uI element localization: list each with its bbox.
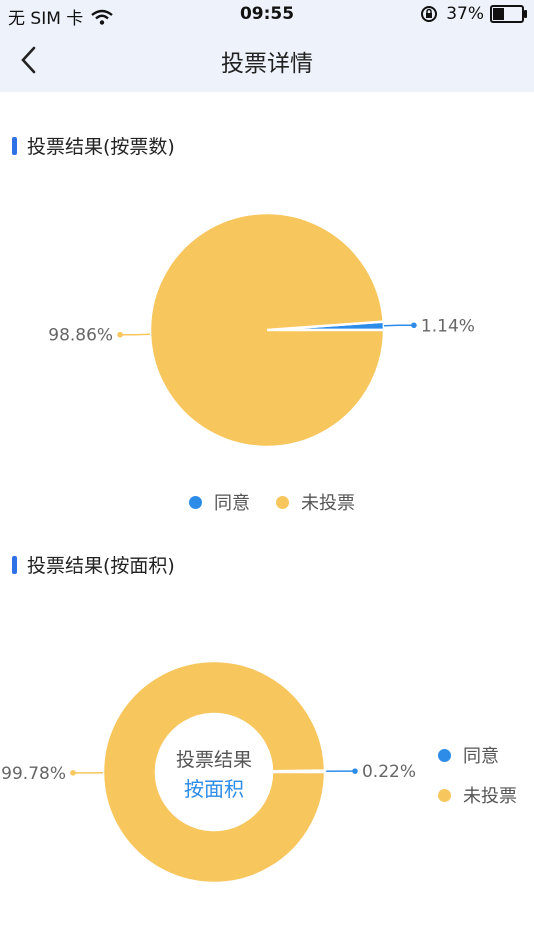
donut-center-subtitle: 按面积	[184, 777, 244, 801]
votes-pie-chart: 1.14% 98.86%	[48, 211, 475, 449]
section-title-text: 投票结果(按面积)	[27, 555, 175, 577]
section-title-votes: 投票结果(按票数)	[12, 132, 175, 159]
donut-center-title: 投票结果	[176, 749, 252, 771]
battery-icon	[490, 5, 527, 23]
data-label-1: 99.78%	[1, 764, 66, 784]
section-title-text: 投票结果(按票数)	[27, 136, 175, 158]
data-label-0: 0.22%	[362, 762, 416, 782]
legend-item-agree[interactable]: 同意	[189, 489, 250, 515]
legend-label-not-voted: 未投票	[463, 786, 517, 807]
nav-bar: 投票详情	[0, 30, 534, 90]
leader-line-0	[383, 324, 414, 327]
leader-dot-0	[352, 768, 358, 774]
battery-percent: 37%	[446, 4, 484, 24]
section-title-area: 投票结果(按面积)	[12, 551, 175, 578]
leader-dot-1	[70, 770, 76, 776]
legend-dot-agree	[189, 495, 202, 509]
area-chart-legend: 同意 未投票	[438, 742, 517, 808]
pie-slice-not-voted	[101, 659, 327, 885]
votes-chart-legend: 同意 未投票	[189, 489, 355, 515]
legend-dot-not-voted	[438, 788, 451, 802]
top-bar: 无 SIM 卡 09:55 37% 投票详情	[0, 0, 534, 92]
legend-label-agree: 同意	[214, 493, 250, 514]
legend-item-not-voted[interactable]: 未投票	[276, 489, 355, 515]
legend-dot-not-voted	[276, 495, 289, 509]
rotation-lock-icon	[421, 6, 438, 22]
pie-slice-not-voted	[148, 211, 386, 449]
legend-label-agree: 同意	[463, 746, 499, 767]
area-donut-chart: 0.22% 99.78% 投票结果按面积	[1, 659, 416, 885]
data-label-0: 1.14%	[421, 316, 475, 336]
status-bar: 无 SIM 卡 09:55 37%	[0, 0, 534, 30]
leader-line-1	[120, 333, 151, 336]
section-marker	[12, 136, 17, 155]
legend-dot-agree	[438, 748, 451, 762]
battery-level	[493, 8, 505, 20]
leader-dot-1	[117, 331, 123, 338]
legend-item-not-voted[interactable]: 未投票	[438, 782, 517, 808]
page-title: 投票详情	[221, 51, 313, 77]
data-label-1: 98.86%	[48, 326, 113, 346]
section-marker	[12, 555, 17, 574]
legend-label-not-voted: 未投票	[301, 493, 355, 514]
battery-group: 37%	[420, 4, 527, 24]
legend-item-agree[interactable]: 同意	[438, 742, 517, 768]
leader-dot-0	[411, 322, 417, 329]
